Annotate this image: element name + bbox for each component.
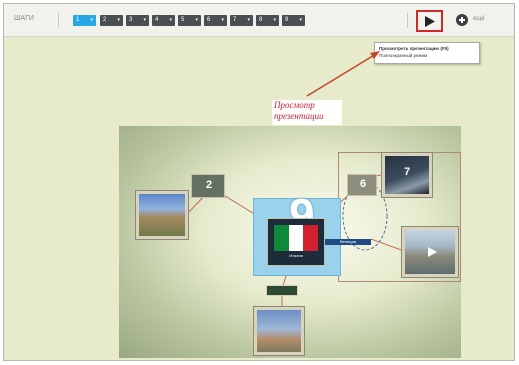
step-thumbnail-4[interactable]: 4 ▾ (152, 15, 175, 26)
chevron-down-icon: ▾ (169, 17, 172, 23)
image-placeholder: 7 (385, 156, 429, 194)
image-placeholder (139, 194, 185, 236)
step-thumbnail-2[interactable]: 2 ▾ (100, 15, 123, 26)
step-number: 4 (155, 17, 159, 23)
step-thumbnail-9[interactable]: 9 ▾ (282, 15, 305, 26)
flag-caption: Италия (289, 253, 303, 258)
presentation-canvas[interactable]: 2 9 Италия Венеция 6 7 (119, 126, 461, 358)
photo-venice-canal[interactable] (401, 226, 459, 278)
venice-label: Венеция (325, 239, 371, 245)
step-number: 3 (129, 17, 133, 23)
step-number: 8 (259, 17, 263, 23)
step-number: 5 (181, 17, 185, 23)
play-icon (428, 247, 437, 257)
tooltip-title: Просмотреть презентацию (F5) (379, 46, 449, 51)
step-thumbnail-8[interactable]: 8 ▾ (256, 15, 279, 26)
chevron-down-icon: ▾ (90, 17, 93, 23)
chevron-down-icon: ▾ (273, 17, 276, 23)
path-toolbar: ШАГИ 1 ▾ 2 ▾ 3 ▾ 4 ▾ 5 ▾ 6 ▾ 7 ▾ 8 ▾ 9 ▾ ещё (4, 4, 514, 37)
more-link[interactable]: ещё (473, 16, 485, 22)
step-frame-2[interactable]: 2 (191, 174, 225, 198)
toolbar-divider (407, 13, 408, 28)
step-number: 2 (103, 17, 107, 23)
chevron-down-icon: ▾ (143, 17, 146, 23)
chevron-down-icon: ▾ (299, 17, 302, 23)
photo-colosseum[interactable] (135, 190, 189, 240)
step-number: 9 (285, 17, 289, 23)
step-number: 1 (76, 17, 80, 23)
step-tag: 6 (359, 178, 367, 190)
image-placeholder (405, 230, 455, 274)
chevron-down-icon: ▾ (247, 17, 250, 23)
step-number: 6 (207, 17, 211, 23)
play-icon (425, 16, 435, 27)
photo-night-city[interactable]: 7 (381, 152, 433, 198)
chevron-down-icon: ▾ (221, 17, 224, 23)
step-thumbnail-7[interactable]: 7 ▾ (230, 15, 253, 26)
step-tag: 2 (205, 179, 213, 191)
annotation-callout: Просмотр презентации (272, 100, 342, 125)
play-tooltip: Просмотреть презентацию (F5) Полноэкранн… (374, 42, 480, 64)
image-placeholder (257, 310, 301, 352)
step-number: 7 (233, 17, 237, 23)
chevron-down-icon: ▾ (195, 17, 198, 23)
step-frame-6[interactable]: 6 (347, 174, 377, 196)
photo-bottom-landmark[interactable] (253, 306, 305, 356)
step-tag: 7 (403, 166, 411, 178)
chevron-down-icon: ▾ (117, 17, 120, 23)
step-thumbnail-5[interactable]: 5 ▾ (178, 15, 201, 26)
step-thumbnail-3[interactable]: 3 ▾ (126, 15, 149, 26)
bottom-step-frame[interactable] (266, 285, 298, 296)
play-presentation-button[interactable] (416, 10, 443, 32)
plus-circle-icon[interactable] (456, 14, 468, 26)
prezi-window: ШАГИ 1 ▾ 2 ▾ 3 ▾ 4 ▾ 5 ▾ 6 ▾ 7 ▾ 8 ▾ 9 ▾ ещё Прос… (3, 3, 515, 361)
toolbar-divider (58, 12, 59, 28)
steps-label: ШАГИ (14, 15, 34, 22)
step-thumbnail-6[interactable]: 6 ▾ (204, 15, 227, 26)
step-thumbnail-1[interactable]: 1 ▾ (73, 15, 96, 26)
tooltip-subtitle: Полноэкранный режим (379, 53, 428, 58)
italy-flag-card[interactable]: Италия (267, 218, 325, 266)
italy-flag-image (274, 225, 319, 251)
